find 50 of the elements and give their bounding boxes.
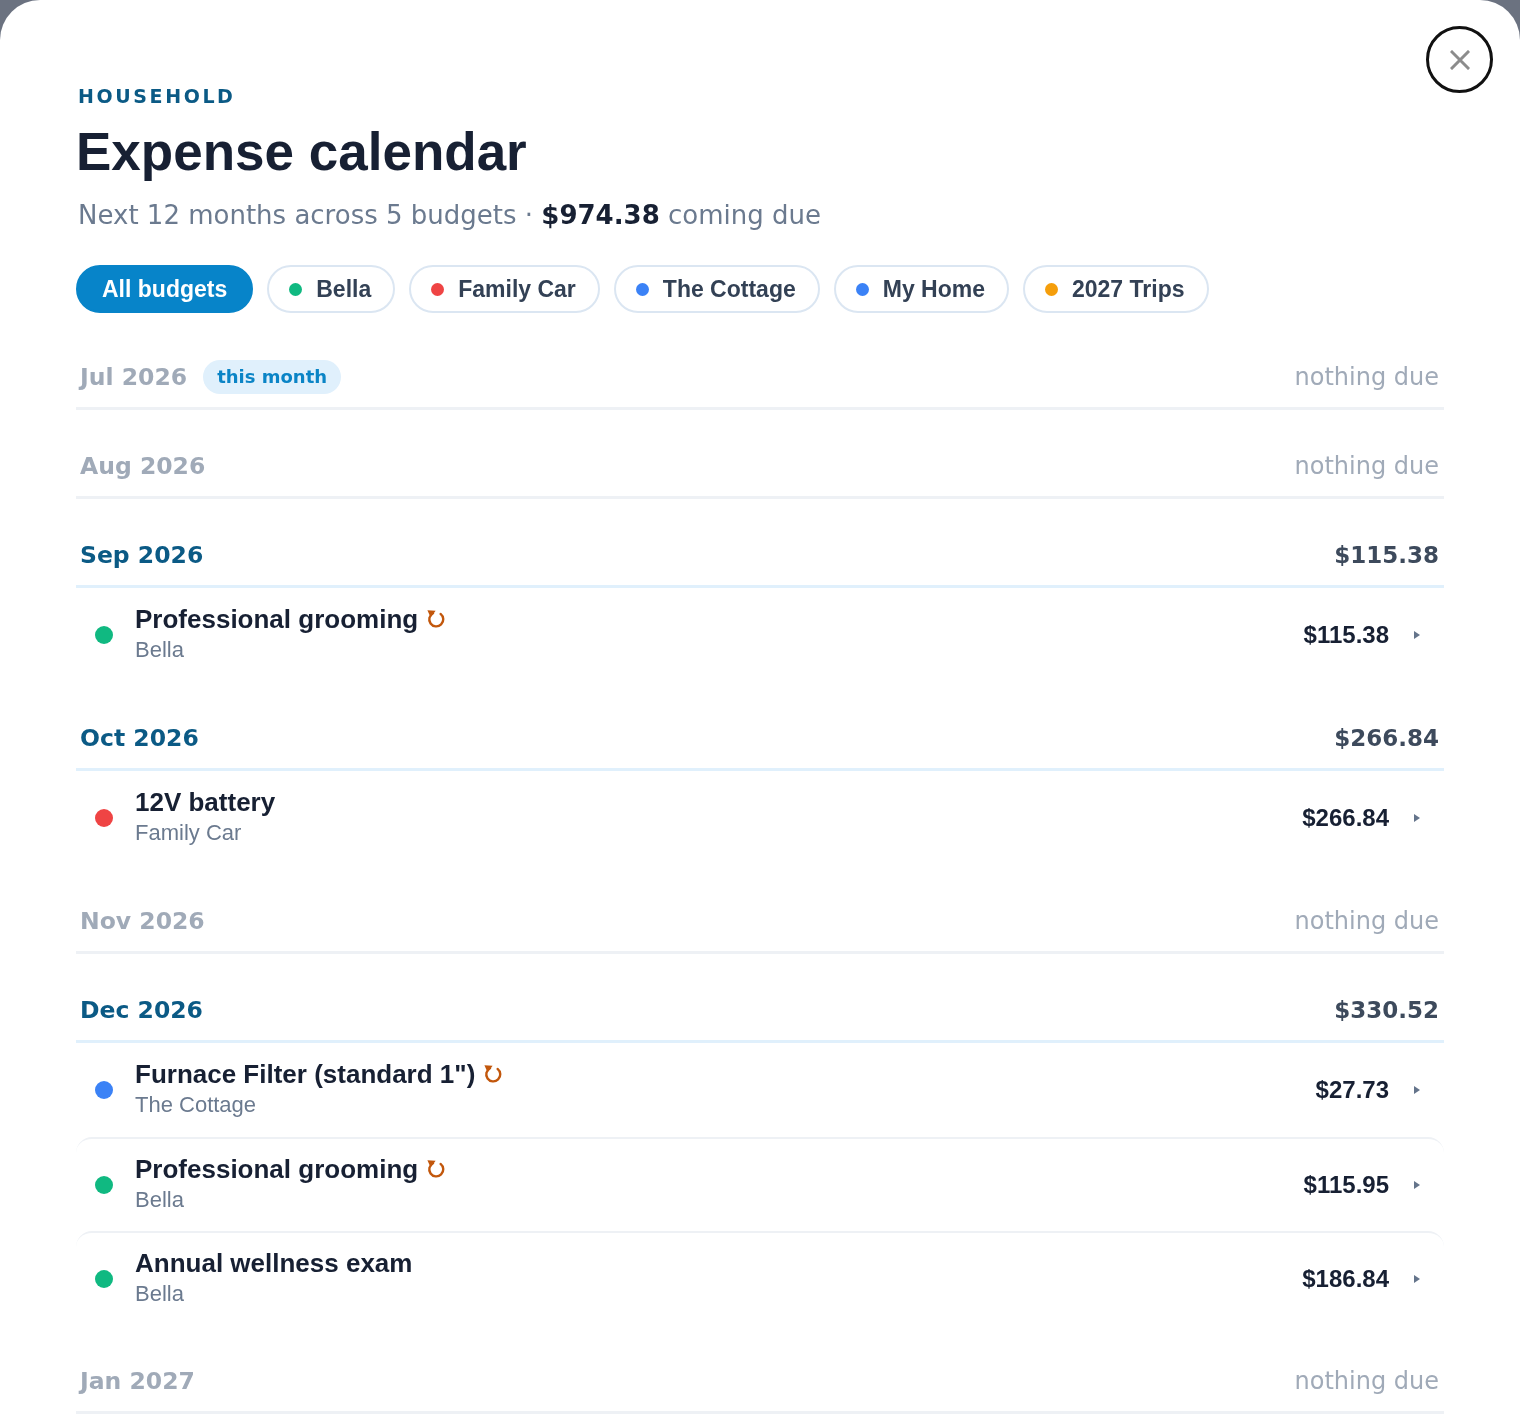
current-month-badge: this month xyxy=(203,360,342,394)
month-label: Dec 2026 xyxy=(80,996,203,1024)
caret-icon xyxy=(1414,814,1420,822)
summary-text: Next 12 months across 5 budgets · $974.38 coming due xyxy=(78,199,821,232)
budget-filter-chip[interactable]: My Home xyxy=(833,265,1009,313)
expense-name: 12V battery xyxy=(135,787,276,817)
expense-name: Professional grooming xyxy=(135,604,419,634)
expense-amount: $266.84 xyxy=(1302,804,1389,832)
page-title: Expense calendar xyxy=(76,122,527,182)
expense-row[interactable]: Professional grooming Bella $115.38 xyxy=(76,588,1444,682)
caret-icon xyxy=(1414,1086,1420,1094)
month-total: $115.38 xyxy=(1334,542,1439,568)
expense-amount: $27.73 xyxy=(1315,1076,1389,1104)
month-label: Aug 2026 xyxy=(80,452,206,480)
close-icon xyxy=(1449,49,1470,70)
month-label: Oct 2026 xyxy=(80,724,199,752)
month-label: Sep 2026 xyxy=(80,541,204,569)
caret-icon xyxy=(1414,631,1420,639)
budget-filter-chip[interactable]: 2027 Trips xyxy=(1022,265,1209,313)
expense-row[interactable]: 12V battery Family Car $266.84 xyxy=(76,771,1444,865)
budget-name: Bella xyxy=(135,636,184,664)
month-total: $330.52 xyxy=(1334,997,1439,1023)
expense-row[interactable]: Professional grooming Bella $115.95 xyxy=(76,1137,1444,1231)
month-label: Jul 2026 xyxy=(80,363,188,391)
caret-icon xyxy=(1414,1275,1420,1283)
month-label: Nov 2026 xyxy=(80,907,205,935)
budget-filter-chip[interactable]: The Cottage xyxy=(613,265,820,313)
expense-name: Annual wellness exam xyxy=(135,1248,413,1278)
expense-name: Professional grooming xyxy=(135,1154,419,1184)
budget-filter-chip[interactable]: All budgets xyxy=(76,265,254,313)
month-status: nothing due xyxy=(1294,452,1439,480)
expense-row[interactable]: Annual wellness exam Bella $186.84 xyxy=(76,1231,1444,1325)
budget-filter-chip[interactable]: Family Car xyxy=(409,265,600,313)
month-label: Jan 2027 xyxy=(80,1367,195,1395)
section-eyebrow: HOUSEHOLD xyxy=(78,84,236,109)
budget-name: The Cottage xyxy=(135,1091,257,1119)
budget-name: Family Car xyxy=(135,819,242,847)
budget-filter-chip[interactable]: Bella xyxy=(267,265,396,313)
month-total: $266.84 xyxy=(1334,725,1439,751)
budget-name: Bella xyxy=(135,1186,184,1214)
expense-amount: $186.84 xyxy=(1302,1265,1389,1293)
month-status: nothing due xyxy=(1294,363,1439,391)
expense-name: Furnace Filter (standard 1") xyxy=(135,1059,476,1089)
expense-row[interactable]: Furnace Filter (standard 1") The Cottage $27.73 xyxy=(76,1043,1444,1137)
caret-icon xyxy=(1414,1181,1420,1189)
expense-amount: $115.38 xyxy=(1303,621,1389,649)
month-status: nothing due xyxy=(1294,1367,1439,1395)
expense-amount: $115.95 xyxy=(1303,1171,1389,1199)
month-status: nothing due xyxy=(1294,907,1439,935)
budget-name: Bella xyxy=(135,1280,184,1308)
